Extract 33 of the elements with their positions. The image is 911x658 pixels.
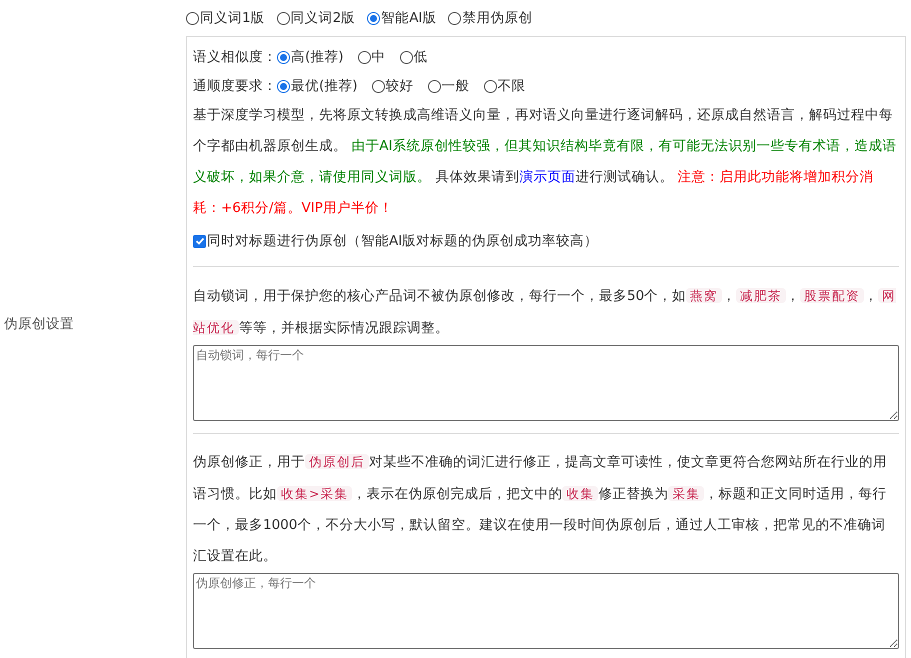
radio-button[interactable] [448,12,462,25]
radio-button[interactable] [276,12,290,25]
section-label: 伪原创设置 [4,314,74,334]
radio-button[interactable] [400,50,413,64]
radio-button[interactable] [277,50,290,64]
radio-label[interactable]: 较好 [386,76,414,96]
radio-label[interactable]: 最优(推荐) [291,76,358,96]
radio-button[interactable] [367,12,380,25]
correction-field[interactable]: 伪原创修正，每行一个 [193,573,899,649]
description-text: 基于深度学习模型，先将原文转换成高维语义向量，再对语义向量进行逐词解码，还原成自然语言，解码过程中每个字都由机器原创生成。 由于AI系统原创性较强，但其知识结构毕竟有限，有可能无法识别一些专有术语，造成语义破坏，如果介意，请使用同义词版。 具体效果请到演示页面进行测试确认。 注意：启用此功能将增加积分消耗：+6积分/篇。VIP用户半价！ [193,106,898,218]
radio-label[interactable]: 禁用伪原创 [462,8,532,29]
field-label: 通顺度要求： [193,76,277,96]
demo-link[interactable]: 演示页面 [519,169,576,185]
radio-label[interactable]: 中 [372,46,386,68]
radio-button[interactable] [358,50,371,64]
checkbox-label[interactable]: 同时对标题进行伪原创（智能AI版对标题的伪原创成功率较高） [207,230,598,252]
radio-button[interactable] [428,80,441,92]
checkbox[interactable] [193,234,206,248]
field-label: 语义相似度： [193,48,277,67]
radio-label[interactable]: 同义词2版 [290,8,356,29]
lock-words-field[interactable]: 自动锁词，每行一个 [193,345,899,421]
radio-button[interactable] [372,80,385,92]
radio-label[interactable]: 智能AI版 [381,8,436,29]
lock-words-text: 自动锁词，用于保护您的核心产品词不被伪原创修改，每行一个，最多50个，如 燕窝 ， 减肥茶 ， 股票配资 ， 网站优化 等等，并根据实际情况跟踪调整。 [193,287,898,338]
radio-button[interactable] [277,80,290,92]
correction-text: 伪原创修正，用于 伪原创后 对某些不准确的词汇进行修正，提高文章可读性，使文章更符合您网站所在行业的用语习惯。比如 收集>采集 ，表示在伪原创完成后，把文中的 收集 修正替换为 采集 ，标题和正文同时适用，每行一个，最多1000个，不分大小写，默认留空。建议在使用一段时间伪原创后，通过人工审核，把常见的不准确词汇设置在此。 [193,453,888,566]
radio-label[interactable]: 同义词1版 [200,8,265,29]
radio-label[interactable]: 一般 [442,76,470,96]
radio-label[interactable]: 不限 [498,76,526,96]
radio-label[interactable]: 低 [414,46,428,68]
radio-button[interactable] [484,80,497,92]
radio-label[interactable]: 高(推荐) [291,46,344,68]
radio-button[interactable] [186,12,199,25]
